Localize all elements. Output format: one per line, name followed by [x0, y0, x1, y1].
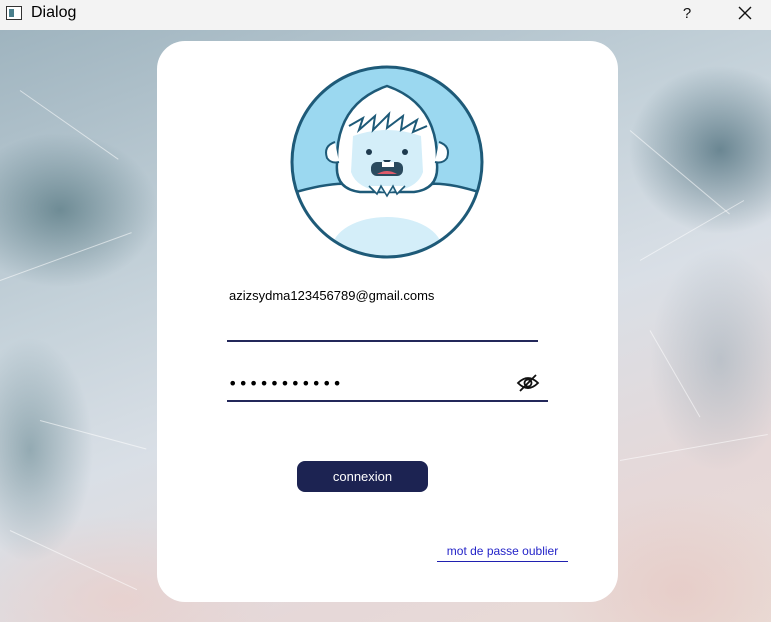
- close-button[interactable]: [726, 0, 764, 26]
- password-field[interactable]: •••••••••••: [227, 366, 548, 402]
- window-icon: [6, 6, 22, 20]
- password-value: •••••••••••: [228, 373, 343, 393]
- email-field[interactable]: azizsydma123456789@gmail.coms: [227, 286, 538, 342]
- eye-slash-icon: [516, 374, 540, 392]
- close-icon: [738, 6, 752, 20]
- help-button[interactable]: ?: [672, 0, 702, 26]
- forgot-password-link[interactable]: mot de passe oublier: [437, 544, 568, 562]
- yeti-avatar-icon: [290, 65, 484, 259]
- login-button[interactable]: connexion: [297, 461, 428, 492]
- title-bar: Dialog ?: [0, 0, 771, 30]
- window-title: Dialog: [31, 4, 77, 21]
- password-visibility-toggle[interactable]: [516, 373, 540, 393]
